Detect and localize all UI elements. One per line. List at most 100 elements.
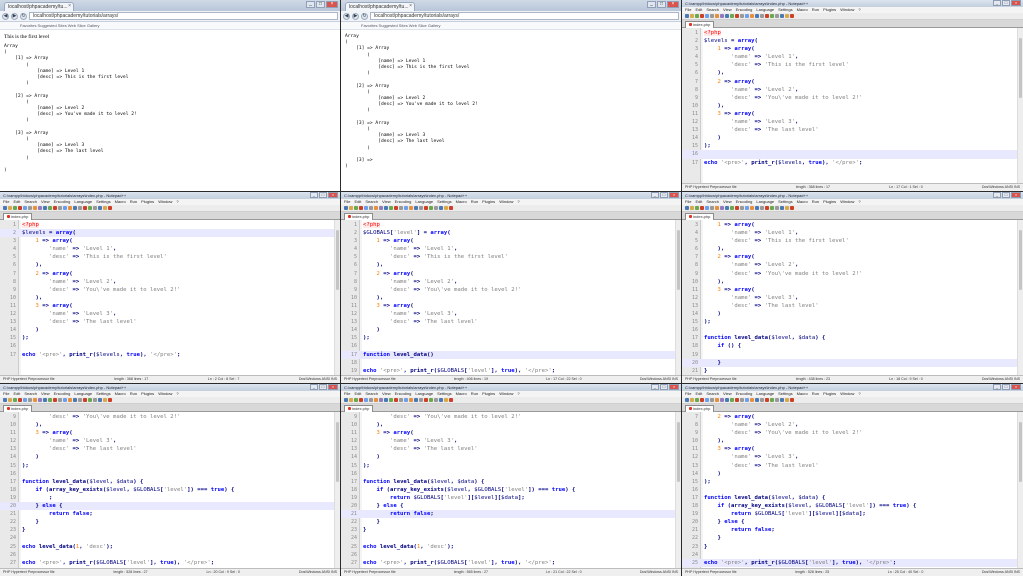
toolbar-button-icon[interactable]	[685, 14, 689, 18]
toolbar-button-icon[interactable]	[770, 398, 774, 402]
code-line[interactable]: 3 1 => array(	[682, 45, 1023, 53]
menu-item-search[interactable]: Search	[24, 199, 37, 205]
code-line[interactable]: 6 ),	[682, 245, 1023, 253]
toolbar-button-icon[interactable]	[750, 398, 754, 402]
toolbar-button-icon[interactable]	[715, 398, 719, 402]
toolbar-button-icon[interactable]	[63, 206, 67, 210]
minimize-button[interactable]: _	[993, 192, 1001, 198]
menu-item-file[interactable]: File	[344, 391, 350, 397]
menu-item-[interactable]: ?	[858, 199, 860, 205]
minimize-button[interactable]: _	[310, 384, 318, 390]
toolbar-button-icon[interactable]	[780, 14, 784, 18]
menu-item-macro[interactable]: Macro	[456, 391, 467, 397]
toolbar-button-icon[interactable]	[745, 398, 749, 402]
reload-icon[interactable]: ↻	[20, 12, 27, 20]
tab-index-php[interactable]: index.php	[344, 213, 374, 220]
code-line[interactable]: 18 if (array_key_exists($level, $GLOBALS…	[0, 486, 340, 494]
close-icon[interactable]: ×	[68, 3, 71, 9]
code-line[interactable]: 2 $levels = array(	[682, 37, 1023, 45]
menu-item-macro[interactable]: Macro	[456, 199, 467, 205]
code-line[interactable]: 8 'name' => 'Level 2',	[0, 278, 340, 286]
vertical-scrollbar[interactable]	[334, 412, 340, 568]
toolbar-button-icon[interactable]	[18, 206, 22, 210]
toolbar-button-icon[interactable]	[740, 206, 744, 210]
forward-arrow-icon[interactable]: ▶	[11, 12, 18, 20]
menu-item-view[interactable]: View	[41, 199, 50, 205]
menu-item-[interactable]: ?	[858, 7, 860, 13]
code-line[interactable]: 25 echo level_data(1, 'desc');	[0, 543, 340, 551]
code-line[interactable]: 11 3 => array(	[341, 302, 681, 310]
code-line[interactable]: 12 'name' => 'Level 3',	[0, 310, 340, 318]
maximize-button[interactable]: □	[1002, 384, 1010, 390]
toolbar-button-icon[interactable]	[374, 206, 378, 210]
toolbar-button-icon[interactable]	[68, 206, 72, 210]
toolbar-button-icon[interactable]	[389, 398, 393, 402]
toolbar-button-icon[interactable]	[449, 206, 453, 210]
toolbar-button-icon[interactable]	[765, 14, 769, 18]
code-line[interactable]: 13 'desc' => 'The last level'	[682, 126, 1023, 134]
toolbar-button-icon[interactable]	[369, 398, 373, 402]
toolbar-button-icon[interactable]	[775, 14, 779, 18]
code-line[interactable]: 15);	[682, 142, 1023, 150]
toolbar-button-icon[interactable]	[409, 398, 413, 402]
toolbar-button-icon[interactable]	[705, 398, 709, 402]
menu-item-encoding[interactable]: Encoding	[54, 199, 71, 205]
code-line[interactable]: 10 ),	[341, 294, 681, 302]
menu-item-plugins[interactable]: Plugins	[823, 7, 836, 13]
toolbar-button-icon[interactable]	[28, 206, 32, 210]
address-bar[interactable]: localhost/phpacademy/tutorials/arrays/	[370, 12, 679, 20]
code-line[interactable]: 5 'desc' => 'This is the first level'	[0, 253, 340, 261]
scrollbar-thumb[interactable]	[1019, 38, 1022, 98]
menu-item-edit[interactable]: Edit	[354, 199, 361, 205]
toolbar-button-icon[interactable]	[710, 14, 714, 18]
code-line[interactable]: 27 echo '<pre>', print_r($GLOBALS['level'…	[341, 559, 681, 567]
toolbar-button-icon[interactable]	[695, 14, 699, 18]
code-line[interactable]: 20 } else {	[682, 518, 1023, 526]
toolbar-button-icon[interactable]	[740, 398, 744, 402]
code-line[interactable]: 9 'desc' => 'You\'ve made it to level 2!…	[682, 429, 1023, 437]
code-line[interactable]: 10 ),	[682, 437, 1023, 445]
code-line[interactable]: 8 'name' => 'Level 2',	[682, 261, 1023, 269]
menu-item-search[interactable]: Search	[706, 7, 719, 13]
code-line[interactable]: 11 3 => array(	[0, 429, 340, 437]
toolbar-button-icon[interactable]	[750, 14, 754, 18]
code-line[interactable]: 23}	[341, 526, 681, 534]
scrollbar-thumb[interactable]	[1019, 230, 1022, 290]
code-line[interactable]: 11 3 => array(	[682, 286, 1023, 294]
toolbar-button-icon[interactable]	[404, 206, 408, 210]
menu-item-[interactable]: ?	[517, 391, 519, 397]
code-line[interactable]: 6 ),	[682, 69, 1023, 77]
code-line[interactable]: 9 'desc' => 'You\'ve made it to level 2!…	[341, 413, 681, 421]
code-editor[interactable]: 7 2 => array(8 'name' => 'Level 2', 9 'de…	[682, 412, 1023, 568]
code-line[interactable]: 21 return false;	[0, 510, 340, 518]
toolbar-button-icon[interactable]	[790, 14, 794, 18]
toolbar-button-icon[interactable]	[43, 398, 47, 402]
toolbar-button-icon[interactable]	[434, 398, 438, 402]
menu-item-window[interactable]: Window	[499, 391, 513, 397]
toolbar-button-icon[interactable]	[760, 14, 764, 18]
toolbar-button-icon[interactable]	[780, 398, 784, 402]
code-line[interactable]: 7 2 => array(	[682, 253, 1023, 261]
toolbar-button-icon[interactable]	[725, 398, 729, 402]
tab-index-php[interactable]: index.php	[685, 21, 715, 28]
code-line[interactable]: 25 echo level_data(1, 'desc');	[341, 543, 681, 551]
toolbar-button-icon[interactable]	[725, 206, 729, 210]
code-line[interactable]: 15);	[341, 462, 681, 470]
toolbar-button-icon[interactable]	[750, 206, 754, 210]
code-line[interactable]: 1 <?php	[0, 221, 340, 229]
toolbar-button-icon[interactable]	[419, 206, 423, 210]
menu-item-view[interactable]: View	[723, 7, 732, 13]
code-line[interactable]: 13 'desc' => 'The last level'	[682, 462, 1023, 470]
toolbar-button-icon[interactable]	[785, 206, 789, 210]
menu-item-file[interactable]: File	[685, 391, 691, 397]
toolbar-button-icon[interactable]	[38, 398, 42, 402]
menu-item-search[interactable]: Search	[24, 391, 37, 397]
code-line[interactable]: 24	[0, 534, 340, 542]
forward-arrow-icon[interactable]: ▶	[352, 12, 359, 20]
code-line[interactable]: 15);	[341, 334, 681, 342]
toolbar-button-icon[interactable]	[755, 398, 759, 402]
code-line[interactable]: 4 'name' => 'Level 1',	[682, 53, 1023, 61]
browser-tab[interactable]: localhost/phpacademy/tu... ×	[4, 2, 74, 11]
minimize-button[interactable]: _	[993, 0, 1001, 6]
menu-item-edit[interactable]: Edit	[695, 7, 702, 13]
